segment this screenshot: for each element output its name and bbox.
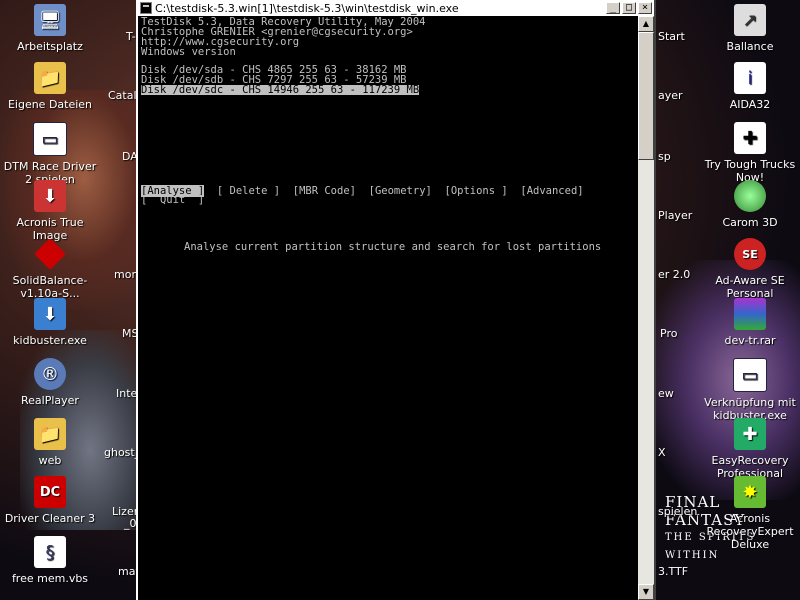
desktop-icon-driver-cleaner[interactable]: DC Driver Cleaner 3: [0, 476, 100, 525]
scroll-down-button[interactable]: ▼: [638, 584, 654, 600]
maximize-button[interactable]: □: [622, 2, 636, 14]
computer-icon: 🖥: [34, 4, 66, 36]
close-button[interactable]: ×: [638, 2, 652, 14]
desktop-icon-eigene-dateien[interactable]: 📁 Eigene Dateien: [0, 62, 100, 111]
desktop-icon-label: dev-tr.rar: [724, 334, 776, 347]
installer-icon: ⬇: [34, 180, 66, 212]
folder-icon: 📁: [34, 418, 66, 450]
desktop-icon-dev-tr-rar[interactable]: dev-tr.rar: [700, 298, 800, 347]
desktop-icon-kidbuster[interactable]: ⬇ kidbuster.exe: [0, 298, 100, 347]
desktop-icon-label: Driver Cleaner 3: [4, 512, 96, 525]
acronis-icon: ✸: [734, 476, 766, 508]
desktop-icon-label-partial[interactable]: Start: [658, 30, 685, 43]
archive-icon: [734, 298, 766, 330]
desktop-icon-label: web: [38, 454, 62, 467]
desktop-icon-label-partial[interactable]: er 2.0: [658, 268, 690, 281]
shortcut-icon: ✚: [734, 122, 766, 154]
desktop-icon-label: Ballance: [726, 40, 774, 53]
desktop-icon-label-partial[interactable]: 3.TTF: [658, 565, 688, 578]
testdisk-console-window[interactable]: C:\testdisk-5.3.win[1]\testdisk-5.3\win\…: [136, 0, 656, 600]
installer-icon: ⬇: [34, 298, 66, 330]
minimize-button[interactable]: _: [606, 2, 620, 14]
console-output[interactable]: TestDisk 5.3, Data Recovery Utility, May…: [138, 16, 640, 600]
desktop-icon-tough-trucks[interactable]: ✚ Try Tough Trucks Now!: [700, 122, 800, 184]
carom-icon: [734, 180, 766, 212]
desktop-icon-label-partial[interactable]: T-: [126, 30, 136, 43]
desktop-icon-arbeitsplatz[interactable]: 🖥 Arbeitsplatz: [0, 4, 100, 53]
scroll-up-button[interactable]: ▲: [638, 16, 654, 32]
menu-row: [ Quit ]: [141, 194, 204, 206]
menu-delete[interactable]: [ Delete ]: [217, 185, 280, 197]
desktop-icon-solidbalance[interactable]: SolidBalance-v1.10a-S...: [0, 238, 100, 300]
desktop-icon-label: Acronis RecoveryExpert Deluxe: [706, 512, 794, 551]
shortcut-icon: ↗: [734, 4, 766, 36]
window-titlebar[interactable]: C:\testdisk-5.3.win[1]\testdisk-5.3\win\…: [138, 0, 654, 17]
desktop-icon-label-partial[interactable]: sp: [658, 150, 671, 163]
desktop-icon-label-partial[interactable]: X: [658, 446, 666, 459]
desktop-icon-carom3d[interactable]: Carom 3D: [700, 180, 800, 229]
menu-advanced[interactable]: [Advanced]: [520, 185, 583, 197]
desktop-icon-label-partial[interactable]: Pro: [660, 327, 677, 340]
desktop-icon-label: Eigene Dateien: [7, 98, 93, 111]
desktop-icon-label: free mem.vbs: [11, 572, 89, 585]
console-icon[interactable]: [140, 2, 152, 14]
folder-icon: 📁: [34, 62, 66, 94]
desktop-icon-acronis[interactable]: ⬇ Acronis True Image: [0, 180, 100, 242]
realplayer-icon: ®: [34, 358, 66, 390]
desktop-icon-label: Arbeitsplatz: [17, 40, 83, 53]
desktop-icon-label: RealPlayer: [21, 394, 79, 407]
desktop-icon-label-partial[interactable]: Player: [658, 209, 692, 222]
desktop-icon-web[interactable]: 📁 web: [0, 418, 100, 467]
desktop-icon-label-partial[interactable]: spielen: [658, 505, 697, 518]
desktop-icon-label: Ad-Aware SE Personal: [715, 274, 785, 300]
desktop-icon-free-mem[interactable]: § free mem.vbs: [0, 536, 100, 585]
desktop-icon-label: Carom 3D: [722, 216, 778, 229]
desktop-icon-label-partial[interactable]: ew: [658, 387, 674, 400]
dc-icon: DC: [34, 476, 66, 508]
cube-icon: [34, 238, 66, 270]
desktop-icon-label-partial[interactable]: ayer: [658, 89, 683, 102]
shortcut-icon: i: [734, 62, 766, 94]
desktop-icon-label: kidbuster.exe: [13, 334, 87, 347]
desktop-icon-easyrecovery[interactable]: ✚ EasyRecovery Professional: [700, 418, 800, 480]
script-icon: §: [34, 536, 66, 568]
menu-mbr-code[interactable]: [MBR Code]: [293, 185, 356, 197]
desktop-icon-adaware[interactable]: SE Ad-Aware SE Personal: [700, 238, 800, 300]
desktop-icon-kidbuster-link[interactable]: ▭ Verknüpfung mit kidbuster.exe: [700, 358, 800, 422]
menu-row: [Analyse ] [ Delete ] [MBR Code] [Geomet…: [141, 185, 584, 197]
menu-geometry[interactable]: [Geometry]: [369, 185, 432, 197]
app-window-icon: ▭: [33, 122, 67, 156]
menu-quit[interactable]: [ Quit ]: [141, 194, 204, 206]
easyrecovery-icon: ✚: [734, 418, 766, 450]
desktop-icon-realplayer[interactable]: ® RealPlayer: [0, 358, 100, 407]
header-line: Windows version: [141, 46, 236, 58]
desktop-icon-acronis-recovery[interactable]: ✸ Acronis RecoveryExpert Deluxe: [700, 476, 800, 551]
window-title: C:\testdisk-5.3.win[1]\testdisk-5.3\win\…: [155, 1, 459, 15]
desktop-icon-ballance[interactable]: ↗ Ballance: [700, 4, 800, 53]
desktop-icon-dtm-race-driver[interactable]: ▭ DTM Race Driver 2 spielen: [0, 122, 100, 186]
desktop-icon-label-partial[interactable]: _0: [124, 517, 137, 530]
vertical-scrollbar[interactable]: ▲ ▼: [638, 16, 654, 600]
menu-options[interactable]: [Options ]: [445, 185, 508, 197]
adaware-icon: SE: [734, 238, 766, 270]
disk-entry-selected[interactable]: Disk /dev/sdc - CHS 14946 255 63 - 11723…: [141, 85, 420, 95]
app-window-icon: ▭: [733, 358, 767, 392]
desktop-icon-label: AIDA32: [729, 98, 771, 111]
scroll-thumb[interactable]: [638, 32, 654, 160]
desktop-icon-aida32[interactable]: i AIDA32: [700, 62, 800, 111]
menu-hint: Analyse current partition structure and …: [184, 241, 602, 253]
desktop-icon-label: SolidBalance-v1.10a-S...: [12, 274, 88, 300]
